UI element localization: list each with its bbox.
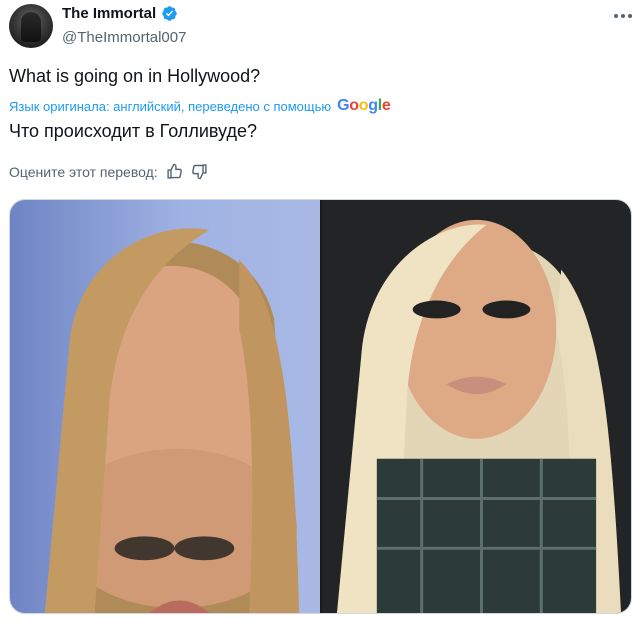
photo-left[interactable]: [10, 200, 320, 613]
more-options-icon[interactable]: [614, 14, 632, 18]
photo-right[interactable]: [320, 200, 631, 613]
tweet-text: What is going on in Hollywood?: [9, 66, 261, 86]
rate-translation-label: Оцените этот перевод:: [9, 163, 158, 180]
verified-badge-icon: [162, 6, 177, 21]
translation-note: Язык оригинала: английский, переведено с…: [9, 97, 391, 115]
translated-text: Что происходит в Голливуде?: [9, 121, 257, 141]
translation-note-text[interactable]: Язык оригинала: английский, переведено с…: [9, 99, 331, 114]
author-row: The Immortal: [62, 5, 178, 22]
google-logo: Google: [337, 97, 391, 114]
thumbs-down-icon[interactable]: [191, 163, 208, 180]
rate-translation-row: Оцените этот перевод:: [9, 163, 208, 180]
author-handle[interactable]: @TheImmortal007: [62, 29, 186, 46]
thumbs-up-icon[interactable]: [166, 163, 183, 180]
tweet-media[interactable]: [9, 199, 632, 614]
avatar[interactable]: [9, 4, 53, 48]
author-name[interactable]: The Immortal: [62, 5, 156, 22]
